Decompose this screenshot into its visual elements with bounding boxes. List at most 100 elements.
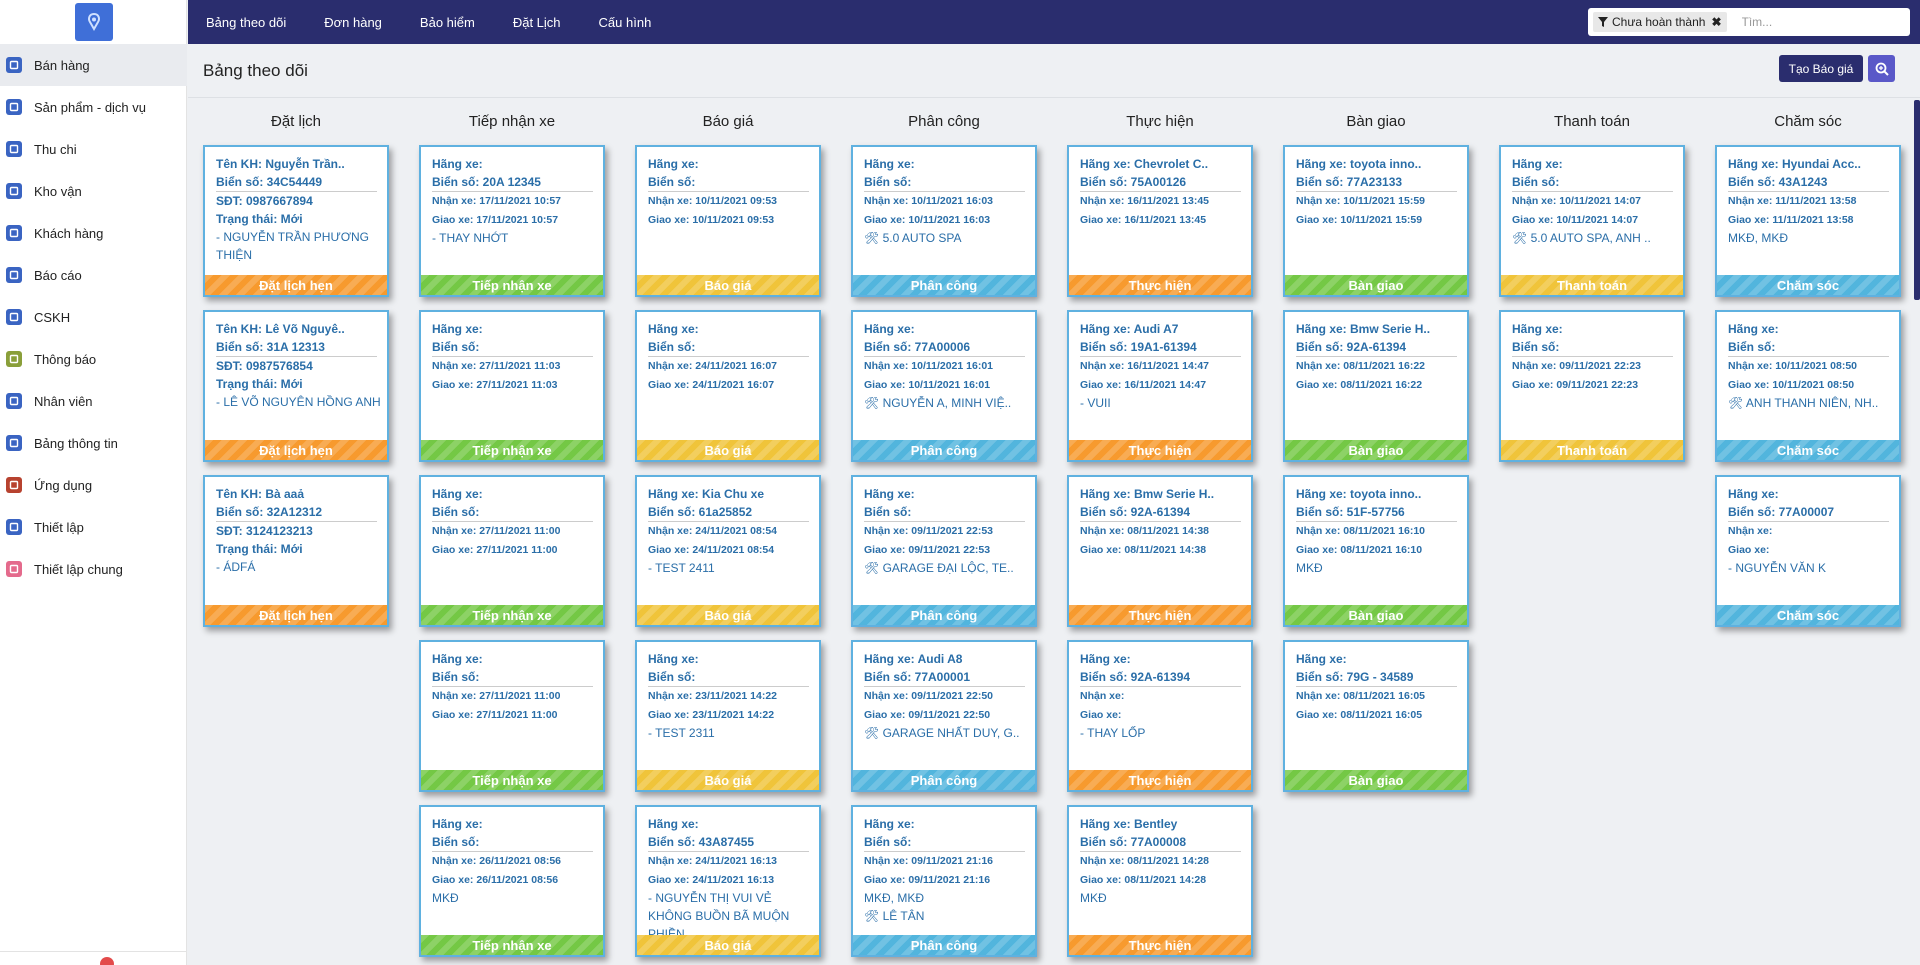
order-card[interactable]: Hãng xe: Audi A7 Biển số: 19A1-61394 Nhận … — [1067, 310, 1253, 462]
sidebar-footer — [0, 951, 187, 965]
order-card[interactable]: Hãng xe: toyota inno.. Biển số: 77A23133 N… — [1283, 145, 1469, 297]
order-card[interactable]: Tên KH: Bà aaả Biển số: 32A12312 SĐT: 3124… — [203, 475, 389, 627]
order-card[interactable]: Hãng xe: Biển số: Nhận xe: 23/11/2021 14:2… — [635, 640, 821, 792]
card-field: Nhận xe: 10/11/2021 08:50 — [1728, 360, 1858, 372]
card-field: Hãng xe: — [648, 157, 699, 171]
order-card[interactable]: Hãng xe: Biển số: 77A00006 Nhận xe: 10/11/… — [851, 310, 1037, 462]
order-card[interactable]: Tên KH: Nguyễn Trần.. Biển số: 34C54449 SĐ… — [203, 145, 389, 297]
card-field: Biển số: — [432, 668, 593, 687]
order-card[interactable]: Hãng xe: Biển số: 43A87455 Nhận xe: 24/11/… — [635, 805, 821, 957]
sidebar-item[interactable]: Bán hàng — [0, 44, 187, 86]
order-card[interactable]: Hãng xe: Biển số: Nhận xe: 10/11/2021 14:0… — [1499, 145, 1685, 297]
order-card[interactable]: Hãng xe: Audi A8 Biển số: 77A00001 Nhận xe… — [851, 640, 1037, 792]
order-card[interactable]: Hãng xe: Bmw Serie H.. Biển số: 92A-61394… — [1283, 310, 1469, 462]
notification-badge[interactable] — [100, 957, 114, 965]
sidebar-item[interactable]: Ứng dụng — [0, 464, 187, 506]
card-field: SĐT: 3124123213 — [216, 524, 313, 538]
status-badge: Báo giá — [637, 440, 819, 460]
order-card[interactable]: Hãng xe: Biển số: Nhận xe: 10/11/2021 08:5… — [1715, 310, 1901, 462]
sidebar-item[interactable]: Kho vận — [0, 170, 187, 212]
sidebar-item[interactable]: Nhân viên — [0, 380, 187, 422]
order-card[interactable]: Hãng xe: Biển số: 92A-61394 Nhận xe: Giao x… — [1067, 640, 1253, 792]
order-card[interactable]: Hãng xe: Biển số: Nhận xe: 27/11/2021 11:0… — [419, 640, 605, 792]
sidebar-item[interactable]: Bảng thông tin — [0, 422, 187, 464]
card-field: Nhận xe: 16/11/2021 13:45 — [1080, 195, 1210, 207]
card-field: Biển số: 92A-61394 — [1296, 338, 1457, 357]
nav-config[interactable]: Cấu hình — [580, 15, 671, 30]
order-card[interactable]: Hãng xe: Biển số: Nhận xe: 26/11/2021 08:5… — [419, 805, 605, 957]
card-field: Nhận xe: 08/11/2021 16:22 — [1296, 360, 1426, 372]
nav-dashboard[interactable]: Bảng theo dõi — [188, 15, 305, 30]
zoom-button[interactable] — [1868, 55, 1895, 82]
scrollbar[interactable] — [1914, 100, 1920, 300]
card-field: Biển số: 19A1-61394 — [1080, 338, 1241, 357]
sidebar-item-label: Sản phẩm - dịch vụ — [34, 99, 147, 115]
order-card[interactable]: Hãng xe: Bentley Biển số: 77A00008 Nhận xe… — [1067, 805, 1253, 957]
card-note: - TEST 2311 — [648, 726, 715, 740]
card-note: MKĐ, MKĐ — [864, 891, 924, 905]
zoom-in-icon — [1875, 62, 1889, 76]
order-card[interactable]: Hãng xe: Kia Chu xe Biển số: 61a25852 Nhận… — [635, 475, 821, 627]
card-field: Nhận xe: 24/11/2021 16:13 — [648, 855, 778, 867]
card-field: Biển số: — [1728, 338, 1889, 357]
card-body: Hãng xe: Bmw Serie H.. Biển số: 92A-61394… — [1285, 312, 1467, 442]
card-field: Biển số: 79G - 34589 — [1296, 668, 1457, 687]
card-field: Giao xe: 10/11/2021 16:03 — [864, 213, 991, 226]
filter-chip-label: Chưa hoàn thành — [1612, 15, 1706, 29]
nav-booking[interactable]: Đặt Lịch — [494, 15, 580, 30]
order-card[interactable]: Hãng xe: Biển số: 79G - 34589 Nhận xe: 08/… — [1283, 640, 1469, 792]
status-badge: Phân công — [853, 275, 1035, 295]
sidebar-item[interactable]: CSKH — [0, 296, 187, 338]
status-badge: Đặt lịch hẹn — [205, 605, 387, 625]
card-field: Nhận xe: 16/11/2021 14:47 — [1080, 360, 1210, 372]
notification-icon — [6, 351, 22, 367]
card-body: Hãng xe: Biển số: Nhận xe: 23/11/2021 14:2… — [637, 642, 819, 772]
search-box: Chưa hoàn thành ✖ — [1588, 8, 1910, 36]
order-card[interactable]: Hãng xe: Biển số: Nhận xe: 09/11/2021 22:2… — [1499, 310, 1685, 462]
sidebar-item[interactable]: Báo cáo — [0, 254, 187, 296]
sidebar-item[interactable]: Thiết lập — [0, 506, 187, 548]
order-card[interactable]: Hãng xe: Biển số: Nhận xe: 09/11/2021 22:5… — [851, 475, 1037, 627]
order-card[interactable]: Hãng xe: Biển số: 20A 12345 Nhận xe: 17/11… — [419, 145, 605, 297]
status-badge: Thực hiện — [1069, 440, 1251, 460]
search-input[interactable] — [1741, 15, 1892, 29]
card-field: Hãng xe: — [1728, 487, 1779, 501]
sidebar-item[interactable]: Thông báo — [0, 338, 187, 380]
card-field: Nhận xe: 27/11/2021 11:00 — [432, 690, 561, 702]
card-note: - LÊ VÕ NGUYÊN HỒNG ANH — [216, 395, 381, 409]
sidebar-item[interactable]: Thu chi — [0, 128, 187, 170]
card-field: Nhận xe: 09/11/2021 22:53 — [864, 525, 994, 537]
sidebar-item[interactable]: Sản phẩm - dịch vụ — [0, 86, 187, 128]
order-card[interactable]: Hãng xe: toyota inno.. Biển số: 51F-57756… — [1283, 475, 1469, 627]
sidebar-item[interactable]: Thiết lập chung — [0, 548, 187, 590]
order-card[interactable]: Hãng xe: Biển số: 77A00007 Nhận xe: Giao xe… — [1715, 475, 1901, 627]
create-quote-button[interactable]: Tạo Báo giá — [1779, 55, 1863, 82]
card-field: Nhận xe: — [1728, 525, 1773, 537]
card-field: Biển số: — [864, 173, 1025, 192]
card-field: Hãng xe: Kia Chu xe — [648, 487, 765, 501]
card-field: Biển số: 77A00001 — [864, 668, 1025, 687]
nav-orders[interactable]: Đơn hàng — [305, 15, 401, 30]
order-card[interactable]: Hãng xe: Chevrolet C.. Biển số: 75A00126 N… — [1067, 145, 1253, 297]
card-field: Biển số: — [432, 503, 593, 522]
order-card[interactable]: Hãng xe: Biển số: Nhận xe: 24/11/2021 16:0… — [635, 310, 821, 462]
order-card[interactable]: Hãng xe: Biển số: Nhận xe: 10/11/2021 16:0… — [851, 145, 1037, 297]
status-badge: Đặt lịch hẹn — [205, 440, 387, 460]
order-card[interactable]: Tên KH: Lê Võ Nguyê.. Biển số: 31A 12313 S… — [203, 310, 389, 462]
order-card[interactable]: Hãng xe: Biển số: Nhận xe: 27/11/2021 11:0… — [419, 475, 605, 627]
card-note: - NGUYỄN THỊ VUI VẺ KHÔNG BUỒN BÃ MUỘN P… — [648, 891, 790, 937]
order-card[interactable]: Hãng xe: Biển số: Nhận xe: 09/11/2021 21:1… — [851, 805, 1037, 957]
order-card[interactable]: Hãng xe: Biển số: Nhận xe: 10/11/2021 09:5… — [635, 145, 821, 297]
order-card[interactable]: Hãng xe: Biển số: Nhận xe: 27/11/2021 11:0… — [419, 310, 605, 462]
filter-chip[interactable]: Chưa hoàn thành ✖ — [1593, 12, 1727, 32]
status-badge: Bàn giao — [1285, 440, 1467, 460]
card-note: 🛠 LÊ TÂN — [864, 909, 925, 923]
sidebar-item[interactable]: Khách hàng — [0, 212, 187, 254]
order-card[interactable]: Hãng xe: Bmw Serie H.. Biển số: 92A-61394… — [1067, 475, 1253, 627]
close-icon[interactable]: ✖ — [1711, 15, 1721, 29]
app-logo[interactable] — [75, 3, 113, 41]
column-title: Thực hiện — [1126, 113, 1194, 130]
nav-insurance[interactable]: Bảo hiểm — [401, 15, 494, 30]
column-title: Tiếp nhận xe — [468, 113, 556, 130]
order-card[interactable]: Hãng xe: Hyundai Acc.. Biển số: 43A1243 Nh… — [1715, 145, 1901, 297]
